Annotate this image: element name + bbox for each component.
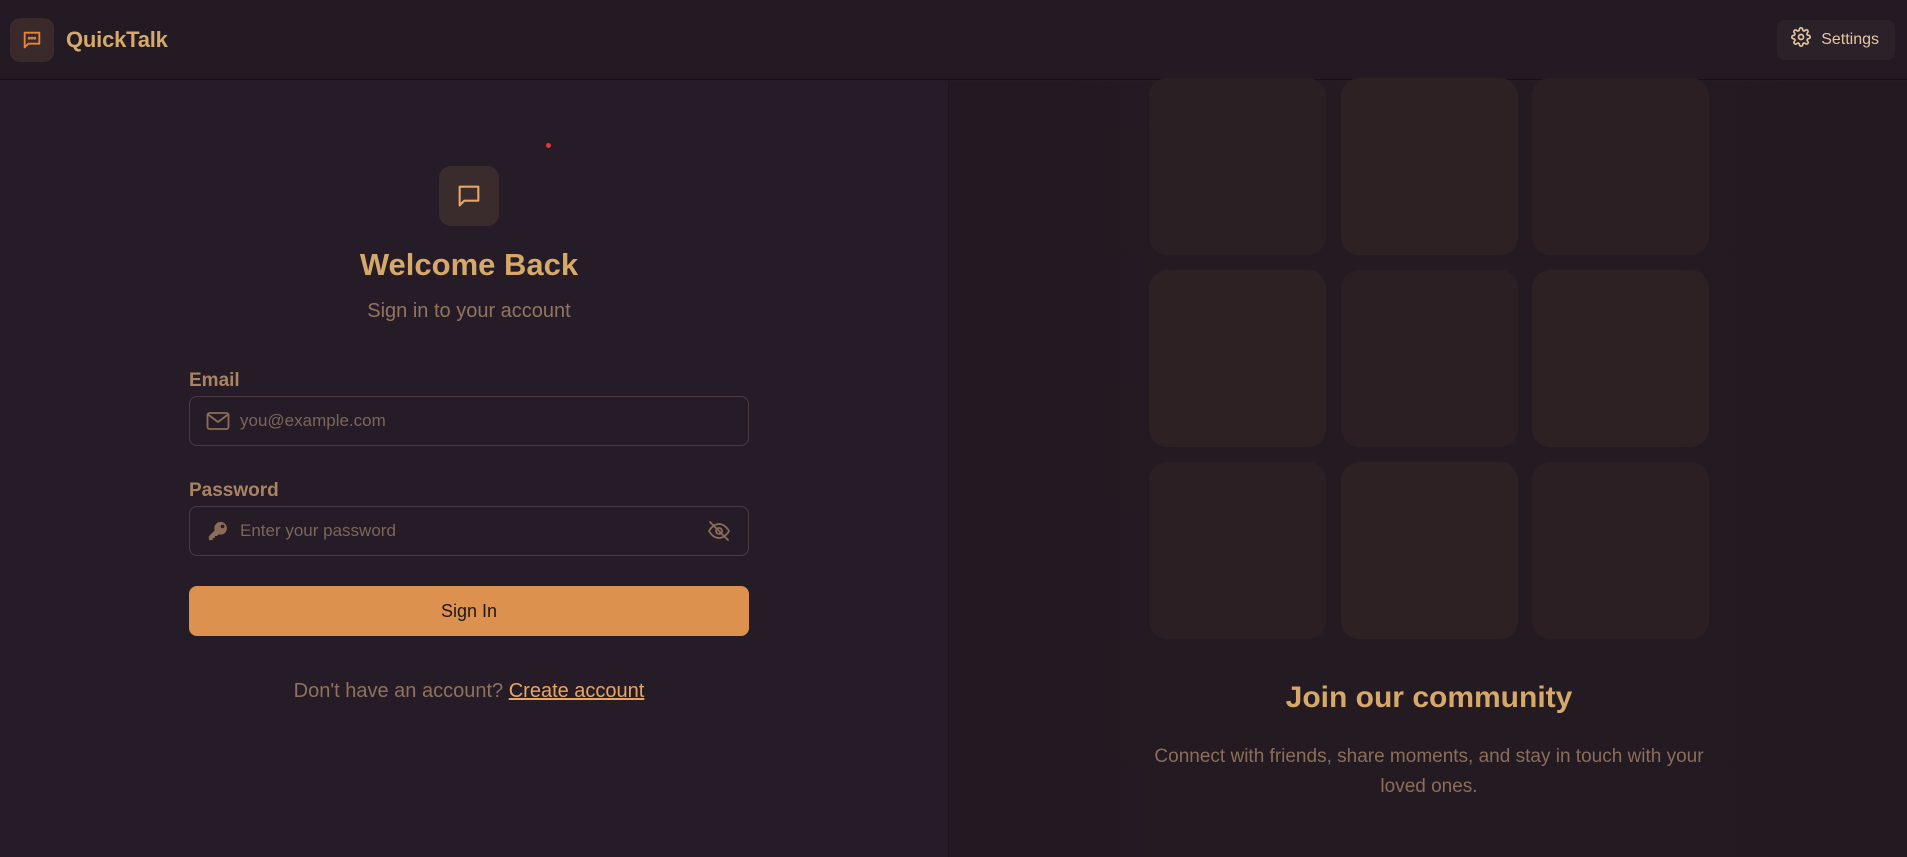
- mail-icon: [204, 409, 232, 433]
- community-title: Join our community: [1285, 681, 1573, 714]
- image-tile: [1341, 270, 1518, 447]
- password-field[interactable]: [189, 506, 749, 556]
- image-tile: [1149, 78, 1326, 255]
- email-label: Email: [189, 370, 240, 391]
- top-navbar: QuickTalk Settings: [0, 0, 1907, 80]
- settings-label: Settings: [1821, 30, 1879, 48]
- page-subtitle: Sign in to your account: [367, 300, 571, 322]
- signup-prompt-line: Don't have an account? Create account: [189, 680, 749, 703]
- image-tile: [1149, 462, 1326, 639]
- image-tile: [1149, 270, 1326, 447]
- sign-in-button[interactable]: Sign In: [189, 586, 749, 636]
- community-description: Connect with friends, share moments, and…: [1154, 746, 1704, 797]
- image-tile: [1341, 462, 1518, 639]
- cursor-dot: [546, 143, 551, 148]
- image-tile: [1532, 270, 1709, 447]
- create-account-link[interactable]: Create account: [509, 680, 645, 702]
- image-tile: [1532, 462, 1709, 639]
- brand[interactable]: QuickTalk: [10, 17, 168, 62]
- settings-button[interactable]: Settings: [1777, 19, 1895, 60]
- chat-bubble-dots-icon: [10, 17, 54, 62]
- chat-bubble-icon: [439, 166, 499, 226]
- password-label: Password: [189, 480, 279, 501]
- page-title: Welcome Back: [359, 247, 579, 282]
- image-tile: [1532, 78, 1709, 255]
- email-input[interactable]: [240, 411, 734, 431]
- image-tile: [1341, 78, 1518, 255]
- app-name: QuickTalk: [66, 26, 168, 52]
- email-field[interactable]: [189, 396, 749, 446]
- gear-icon: [1791, 27, 1812, 52]
- eye-off-icon[interactable]: [704, 516, 734, 546]
- signup-prompt: Don't have an account?: [293, 680, 504, 702]
- key-icon: [204, 519, 232, 543]
- password-input[interactable]: [240, 521, 704, 541]
